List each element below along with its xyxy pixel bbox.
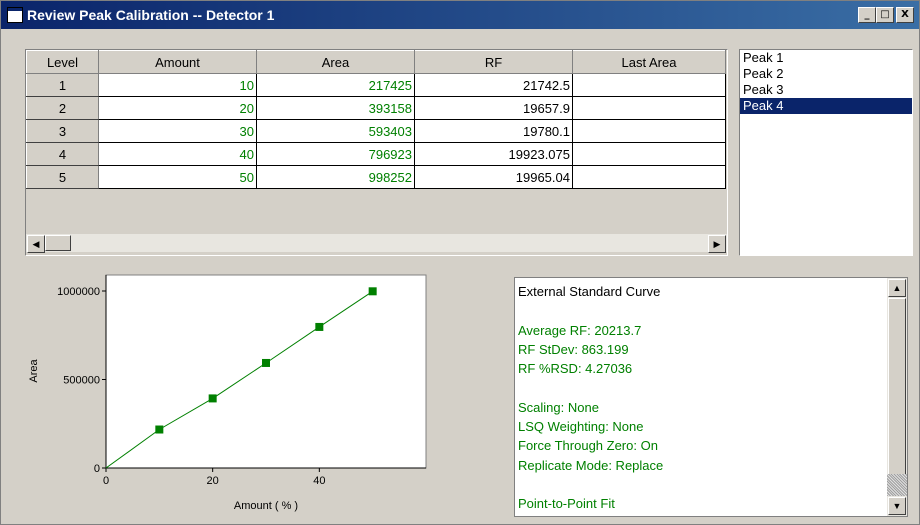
horizontal-scroll-thumb[interactable]	[45, 235, 71, 251]
info-line: RF %RSD: 4.27036	[518, 361, 633, 377]
window-icon	[7, 7, 23, 23]
rf-cell[interactable]: 19657.9	[414, 96, 573, 120]
row-header[interactable]: 5	[26, 165, 99, 189]
amount-cell[interactable]: 30	[98, 119, 257, 143]
rf-cell[interactable]: 19923.075	[414, 142, 573, 166]
window-title: Review Peak Calibration -- Detector 1	[27, 7, 275, 23]
data-point	[208, 394, 217, 403]
last-area-cell[interactable]	[572, 73, 726, 97]
amount-cell[interactable]: 20	[98, 96, 257, 120]
amount-cell[interactable]: 50	[98, 165, 257, 189]
area-cell[interactable]: 217425	[256, 73, 415, 97]
info-line: LSQ Weighting: None	[518, 419, 644, 435]
scroll-down-icon[interactable]: ▼	[888, 497, 906, 515]
info-title: External Standard Curve	[518, 284, 661, 299]
scroll-left-icon[interactable]: ◀	[27, 235, 45, 253]
info-line: Average RF: 20213.7	[518, 322, 642, 338]
vertical-scroll-thumb[interactable]	[888, 298, 906, 476]
x-tick-label: 40	[313, 475, 325, 487]
info-line: Scaling: None	[518, 399, 599, 415]
info-line: Replicate Mode: Replace	[518, 457, 664, 473]
row-header[interactable]: 3	[26, 119, 99, 143]
row-header[interactable]: 4	[26, 142, 99, 166]
column-header-amount[interactable]: Amount	[98, 50, 257, 74]
peak-list-item[interactable]: Peak 2	[740, 66, 912, 82]
y-axis-label: Area	[28, 359, 40, 383]
column-header-rf[interactable]: RF	[414, 50, 573, 74]
peak-list-item-selected[interactable]: Peak 4	[740, 98, 912, 114]
info-line: Force Through Zero: On	[518, 438, 658, 454]
scroll-right-icon[interactable]: ▶	[708, 235, 726, 253]
table-row: 5 50 998252 19965.04	[26, 165, 726, 189]
last-area-cell[interactable]	[572, 96, 726, 120]
table-header-row: Level Amount Area RF Last Area	[26, 50, 726, 74]
x-tick-label: 0	[103, 475, 109, 487]
horizontal-scrollbar[interactable]: ◀ ▶	[26, 234, 727, 253]
x-axis-label: Amount ( % )	[234, 500, 298, 512]
column-header-level[interactable]: Level	[26, 50, 99, 74]
area-cell[interactable]: 393158	[256, 96, 415, 120]
data-point	[155, 425, 164, 434]
info-text: External Standard Curve Average RF: 2021…	[518, 282, 663, 514]
last-area-cell[interactable]	[572, 119, 726, 143]
data-point	[368, 287, 377, 296]
minimize-button[interactable]: _	[858, 7, 876, 23]
table-row: 2 20 393158 19657.9	[26, 96, 726, 120]
table-row: 1 10 217425 21742.5	[26, 73, 726, 97]
y-tick-label: 500000	[63, 375, 100, 387]
info-line: RF StDev: 863.199	[518, 341, 629, 357]
calibration-grid: Level Amount Area RF Last Area 1 10 2174…	[25, 49, 728, 256]
rf-cell[interactable]: 19780.1	[414, 119, 573, 143]
calibration-info-box[interactable]: External Standard Curve Average RF: 2021…	[514, 277, 908, 517]
vertical-scrollbar[interactable]: ▲ ▼	[887, 278, 907, 516]
calibration-table: Level Amount Area RF Last Area 1 10 2174…	[26, 50, 726, 189]
x-tick-label: 20	[207, 475, 219, 487]
plot-area	[105, 274, 427, 469]
close-button[interactable]: X	[896, 7, 914, 23]
maximize-button[interactable]: □	[876, 7, 894, 23]
calibration-curve-chart: 0 500000 1000000 0 20 40 Area Amount ( % )	[28, 274, 427, 512]
peak-list[interactable]: Peak 1 Peak 2 Peak 3 Peak 4	[739, 49, 913, 256]
column-header-area[interactable]: Area	[256, 50, 415, 74]
y-tick-label: 0	[94, 463, 100, 475]
column-header-last-area[interactable]: Last Area	[572, 50, 726, 74]
title-bar[interactable]: Review Peak Calibration -- Detector 1 _ …	[1, 1, 919, 29]
peak-list-item[interactable]: Peak 1	[740, 50, 912, 66]
info-line: Point-to-Point Fit	[518, 496, 615, 512]
amount-cell[interactable]: 10	[98, 73, 257, 97]
data-point	[315, 322, 324, 331]
area-cell[interactable]: 998252	[256, 165, 415, 189]
row-header[interactable]: 2	[26, 96, 99, 120]
scroll-up-icon[interactable]: ▲	[888, 279, 906, 297]
peak-list-item[interactable]: Peak 3	[740, 82, 912, 98]
table-row: 4 40 796923 19923.075	[26, 142, 726, 166]
area-cell[interactable]: 796923	[256, 142, 415, 166]
rf-cell[interactable]: 19965.04	[414, 165, 573, 189]
area-cell[interactable]: 593403	[256, 119, 415, 143]
calibration-window: Review Peak Calibration -- Detector 1 _ …	[0, 0, 920, 525]
amount-cell[interactable]: 40	[98, 142, 257, 166]
last-area-cell[interactable]	[572, 142, 726, 166]
scroll-track[interactable]	[887, 474, 907, 496]
last-area-cell[interactable]	[572, 165, 726, 189]
table-row: 3 30 593403 19780.1	[26, 119, 726, 143]
data-point	[262, 358, 270, 367]
y-tick-label: 1000000	[57, 286, 100, 298]
row-header[interactable]: 1	[26, 73, 99, 97]
rf-cell[interactable]: 21742.5	[414, 73, 573, 97]
